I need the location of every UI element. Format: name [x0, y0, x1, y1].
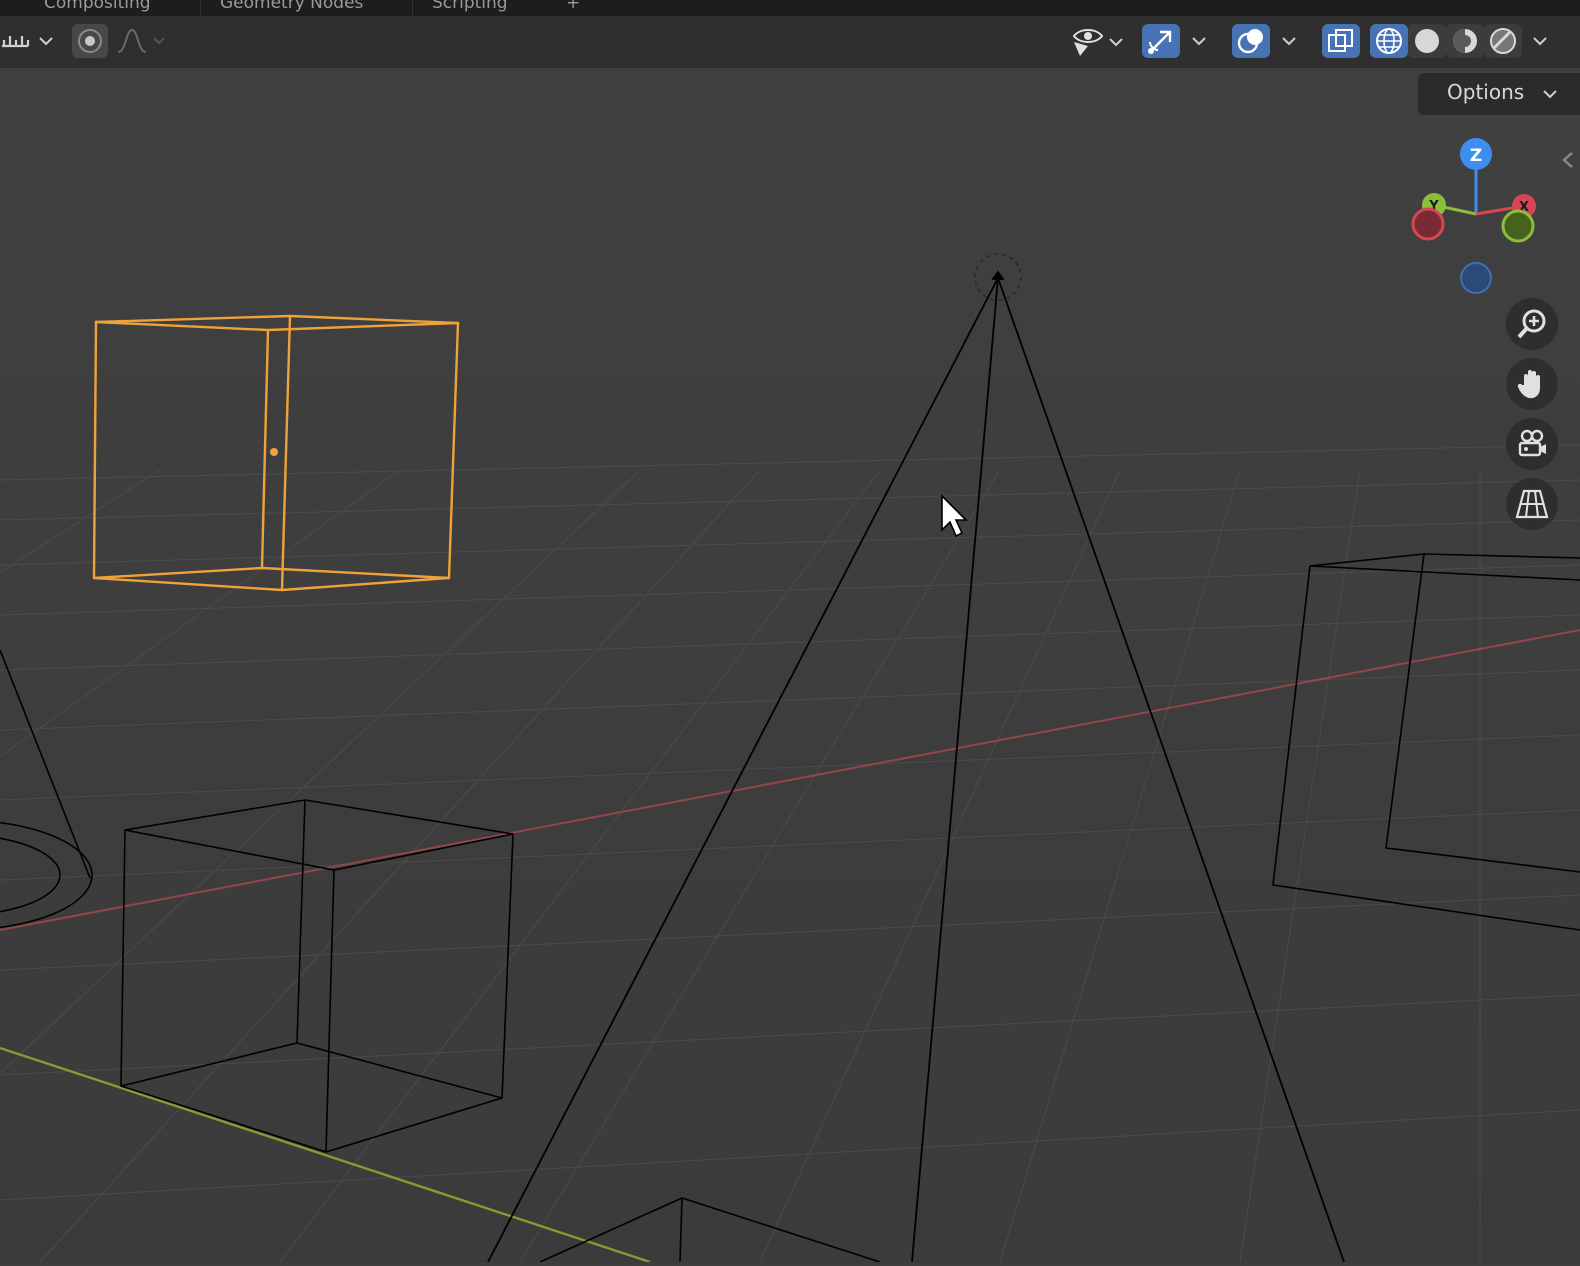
- falloff-dropdown[interactable]: [112, 24, 170, 58]
- overlay-circles-icon: [1237, 29, 1263, 54]
- proportional-edit-toggle[interactable]: [72, 24, 108, 58]
- neg-x-axis-bubble[interactable]: [1411, 207, 1445, 241]
- sidebar-expand-icon[interactable]: [1556, 148, 1580, 172]
- overlay-dropdown[interactable]: [1272, 24, 1306, 58]
- camera-view-button[interactable]: [1506, 418, 1558, 470]
- pan-button[interactable]: [1506, 358, 1558, 410]
- viewport-header: [0, 16, 1580, 68]
- tab-separator: [200, 0, 201, 16]
- tab-compositing[interactable]: Compositing: [44, 0, 151, 13]
- tab-separator: [412, 0, 413, 16]
- overlay-toggle[interactable]: [1232, 24, 1270, 58]
- neg-z-axis-bubble[interactable]: [1460, 262, 1492, 294]
- options-label: Options: [1447, 80, 1525, 104]
- perspective-toggle-button[interactable]: [1506, 478, 1558, 530]
- neg-y-axis-bubble[interactable]: [1501, 209, 1535, 243]
- snap-increment-icon: [2, 36, 53, 48]
- gizmo-arrow-icon: [1148, 30, 1172, 54]
- shading-dropdown[interactable]: [1524, 24, 1558, 58]
- solid-sphere-icon: [1415, 29, 1439, 53]
- perspective-grid-icon: [1515, 489, 1549, 519]
- chevron-down-icon: [1533, 37, 1547, 46]
- chevron-down-icon: [1543, 90, 1557, 99]
- gizmo-dropdown[interactable]: [1182, 24, 1216, 58]
- gizmo-toggle[interactable]: [1142, 24, 1180, 58]
- visibility-dropdown[interactable]: [1066, 24, 1130, 58]
- shading-solid-button[interactable]: [1408, 24, 1446, 58]
- z-axis-label: Z: [1470, 146, 1482, 166]
- wireframe-sphere-icon: [1376, 28, 1402, 54]
- add-workspace-button[interactable]: +: [566, 0, 580, 13]
- shading-wireframe-button[interactable]: [1370, 24, 1408, 58]
- workspace-bar: Compositing Geometry Nodes Scripting +: [0, 0, 1580, 16]
- snap-dropdown[interactable]: [0, 24, 56, 58]
- viewport-scene: [0, 68, 1580, 1264]
- tab-geometry-nodes[interactable]: Geometry Nodes: [220, 0, 363, 13]
- xray-toggle[interactable]: [1322, 24, 1360, 58]
- proportional-edit-icon: [78, 29, 102, 53]
- shading-rendered-button[interactable]: [1484, 24, 1522, 58]
- shading-material-button[interactable]: [1446, 24, 1484, 58]
- falloff-curve-icon: [117, 28, 165, 53]
- camera-icon: [1518, 429, 1546, 457]
- 3d-viewport[interactable]: Y X Z: [0, 68, 1580, 1264]
- tab-scripting[interactable]: Scripting: [432, 0, 508, 13]
- chevron-down-icon: [1282, 37, 1296, 46]
- material-preview-icon: [1453, 29, 1477, 53]
- rendered-sphere-icon: [1490, 28, 1516, 54]
- xray-toggle-icon: [1328, 29, 1353, 52]
- eye-selectable-icon: [1072, 29, 1123, 56]
- zoom-icon: [1517, 309, 1546, 339]
- zoom-button[interactable]: [1506, 298, 1558, 350]
- hand-pan-icon: [1517, 370, 1540, 399]
- chevron-down-icon: [1192, 37, 1206, 46]
